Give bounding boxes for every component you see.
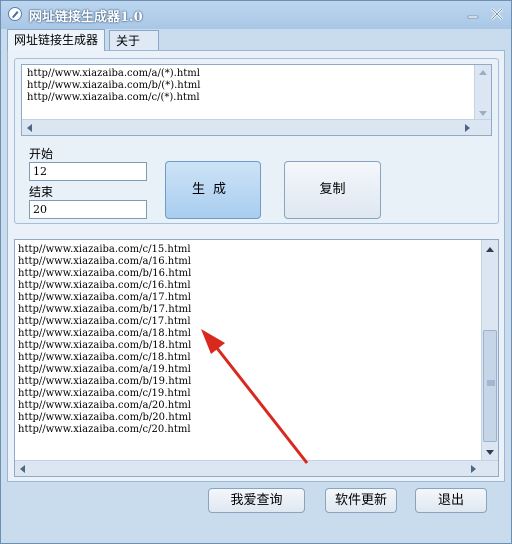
scroll-thumb[interactable] [483,330,497,442]
scroll-up-icon[interactable] [475,65,491,81]
annotation-arrow [201,329,309,464]
template-vertical-scrollbar[interactable] [474,65,491,121]
pen-icon [8,7,22,21]
start-input[interactable]: 12 [29,162,147,181]
end-input[interactable]: 20 [29,200,147,219]
software-update-button[interactable]: 软件更新 [325,488,397,513]
tab-link-generator[interactable]: 网址链接生成器 [7,29,105,51]
app-window: 网址链接生成器1.0 网址链接生成器 关于 http//www.xiazaiba… [0,0,512,544]
copy-button[interactable]: 复制 [284,161,381,219]
template-horizontal-scrollbar[interactable] [22,119,491,136]
grip-icon [487,380,495,386]
tab-about[interactable]: 关于 [109,30,159,50]
exit-button[interactable]: 退出 [415,488,487,513]
minimize-icon[interactable] [463,5,483,23]
generate-button[interactable]: 生成 [165,161,261,219]
end-label: 结束 [29,185,54,199]
template-text: http//www.xiazaiba.com/a/(*).html http//… [27,68,201,103]
scroll-left-icon[interactable] [22,120,38,136]
scroll-right-icon[interactable] [465,461,481,477]
query-button[interactable]: 我爱查询 [208,488,305,513]
title-bar[interactable]: 网址链接生成器1.0 [1,1,511,29]
result-text: http//www.xiazaiba.com/c/15.html http//w… [18,244,192,435]
scroll-down-icon[interactable] [482,444,498,460]
result-vertical-scrollbar[interactable] [481,240,498,462]
window-title: 网址链接生成器1.0 [29,10,143,25]
url-template-input[interactable]: http//www.xiazaiba.com/a/(*).html http//… [21,64,492,136]
scroll-up-icon[interactable] [482,242,498,258]
scroll-right-icon[interactable] [459,120,475,136]
close-icon[interactable] [487,5,507,23]
scroll-left-icon[interactable] [15,461,31,477]
start-label: 开始 [29,147,54,161]
